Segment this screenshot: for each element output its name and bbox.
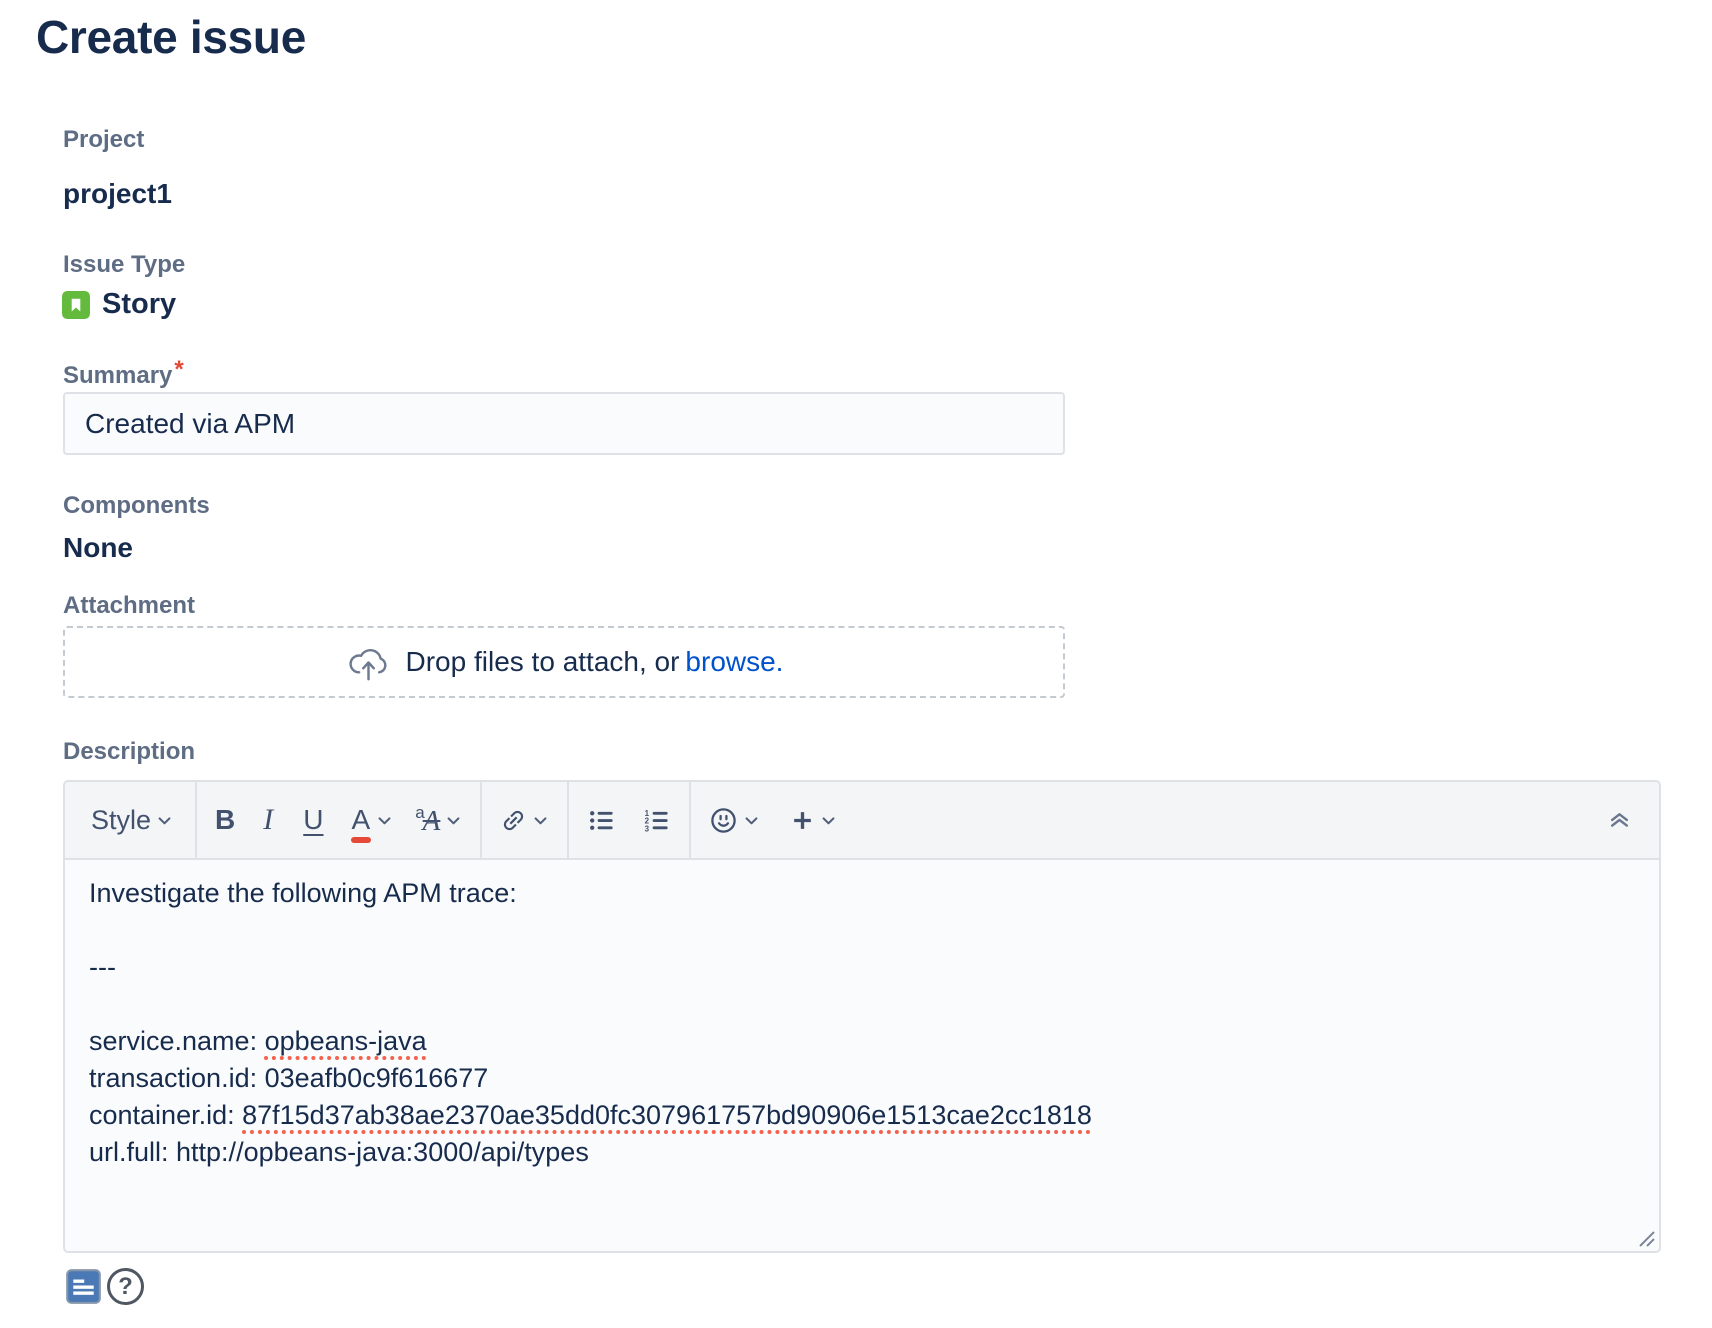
description-label: Description (63, 738, 195, 766)
description-line: transaction.id: 03eafb0c9f616677 (89, 1060, 1635, 1097)
browse-link[interactable]: browse. (685, 646, 783, 678)
chevrons-up-icon (1606, 807, 1633, 834)
story-bookmark-icon (62, 291, 90, 319)
attachment-dropzone[interactable]: Drop files to attach, or browse. (63, 626, 1065, 698)
numbered-list-button[interactable]: 123 (642, 806, 671, 835)
italic-label: I (263, 803, 273, 837)
help-button[interactable]: ? (107, 1268, 144, 1305)
text-mode-toggle-button[interactable] (66, 1269, 101, 1304)
text-color-button[interactable]: A (352, 804, 371, 836)
components-value: None (63, 532, 133, 564)
description-line (89, 912, 1635, 949)
bold-label: B (215, 804, 235, 836)
italic-button[interactable]: I (263, 803, 273, 837)
bold-button[interactable]: B (215, 804, 235, 836)
components-label: Components (63, 492, 210, 520)
issue-type-label: Issue Type (63, 251, 185, 279)
emoji-button[interactable] (709, 806, 760, 835)
style-dropdown-button[interactable]: Style (91, 805, 173, 836)
issue-type-value-row: Story (62, 288, 176, 321)
chevron-down-icon (532, 812, 549, 829)
issue-type-value: Story (102, 288, 176, 321)
cloud-upload-icon (345, 642, 392, 683)
description-editor-panel: Style B I U A aA (63, 780, 1661, 1253)
description-line: url.full: http://opbeans-java:3000/api/t… (89, 1134, 1635, 1171)
bullet-list-icon (587, 806, 616, 835)
link-button[interactable] (500, 807, 549, 834)
insert-more-button[interactable] (790, 808, 837, 833)
plus-icon (790, 808, 815, 833)
text-color-label: A (352, 804, 371, 836)
chevron-down-icon (743, 812, 760, 829)
resize-handle[interactable] (1634, 1226, 1656, 1248)
page-title: Create issue (36, 10, 306, 64)
chevron-down-icon (820, 812, 837, 829)
summary-input[interactable] (63, 392, 1065, 455)
toolbar-separator (689, 782, 691, 858)
description-editor[interactable]: Investigate the following APM trace: --- s… (65, 860, 1659, 1251)
dropzone-text: Drop files to attach, or (406, 646, 680, 678)
more-formatting-label: A (423, 805, 441, 837)
toolbar-separator (480, 782, 482, 858)
chevron-down-icon (156, 812, 173, 829)
description-line: container.id: 87f15d37ab38ae2370ae35dd0f… (89, 1097, 1635, 1134)
emoji-smiley-icon (709, 806, 738, 835)
collapse-toolbar-button[interactable] (1606, 807, 1633, 834)
numbered-list-icon: 123 (642, 806, 671, 835)
description-line (89, 986, 1635, 1023)
description-line: service.name: opbeans-java (89, 1023, 1635, 1060)
description-line: --- (89, 949, 1635, 986)
svg-text:3: 3 (645, 824, 650, 833)
underline-label: U (303, 804, 323, 836)
editor-footer: ? (66, 1268, 144, 1305)
editor-toolbar: Style B I U A aA (65, 782, 1659, 860)
question-mark-icon: ? (118, 1273, 133, 1301)
link-icon (495, 801, 533, 839)
chevron-down-icon (445, 812, 462, 829)
toolbar-separator (195, 782, 197, 858)
required-indicator: * (174, 356, 183, 383)
toolbar-separator (567, 782, 569, 858)
style-dropdown-label: Style (91, 805, 151, 836)
more-formatting-button[interactable]: aA (415, 803, 462, 838)
attachment-label: Attachment (63, 592, 195, 620)
summary-label-row: Summary* (63, 356, 184, 390)
text-mode-icon (66, 1269, 101, 1304)
project-value: project1 (63, 178, 172, 210)
underline-button[interactable]: U (303, 804, 323, 836)
project-label: Project (63, 126, 144, 154)
text-color-chevron-icon[interactable] (376, 812, 393, 829)
text-color-swatch (351, 837, 372, 843)
bullet-list-button[interactable] (587, 806, 616, 835)
description-line: Investigate the following APM trace: (89, 875, 1635, 912)
summary-label: Summary (63, 362, 172, 389)
